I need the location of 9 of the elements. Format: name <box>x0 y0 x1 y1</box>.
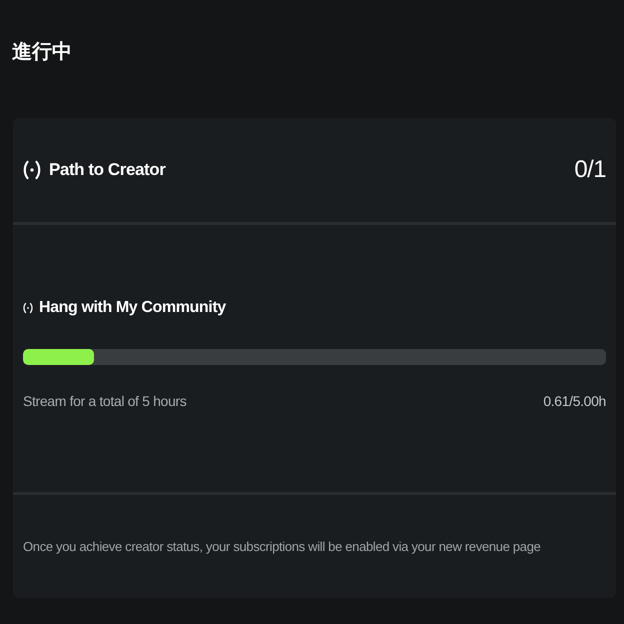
goal-title: Hang with My Community <box>39 298 226 318</box>
goal-reading: 0.61/5.00h <box>543 392 606 411</box>
broadcast-icon <box>23 302 33 314</box>
footer-note: Once you achieve creator status, your subscriptions will be enabled via your new revenue page <box>23 538 541 556</box>
card-title: Path to Creator <box>49 159 166 182</box>
broadcast-icon <box>23 159 41 181</box>
page-title: 進行中 <box>12 40 73 65</box>
progress-count: 0/1 <box>574 155 606 185</box>
goal-description: Stream for a total of 5 hours <box>23 392 186 411</box>
